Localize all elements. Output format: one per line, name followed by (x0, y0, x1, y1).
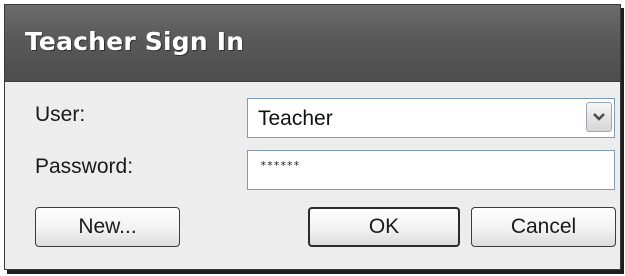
user-select[interactable]: Teacher (247, 98, 615, 138)
password-field[interactable]: ****** (247, 150, 615, 190)
user-dropdown-button[interactable] (586, 102, 612, 132)
dialog-titlebar: Teacher Sign In (5, 5, 620, 82)
password-label: Password: (35, 155, 134, 178)
dialog-title: Teacher Sign In (25, 27, 245, 56)
user-select-value: Teacher (258, 107, 333, 130)
teacher-sign-in-dialog: Teacher Sign In User: Teacher Password: … (4, 4, 621, 270)
cancel-button[interactable]: Cancel (471, 207, 616, 247)
chevron-down-icon (593, 113, 605, 121)
ok-button[interactable]: OK (308, 207, 460, 247)
new-button[interactable]: New... (35, 207, 180, 247)
password-mask: ****** (260, 159, 300, 172)
user-label: User: (35, 103, 86, 126)
